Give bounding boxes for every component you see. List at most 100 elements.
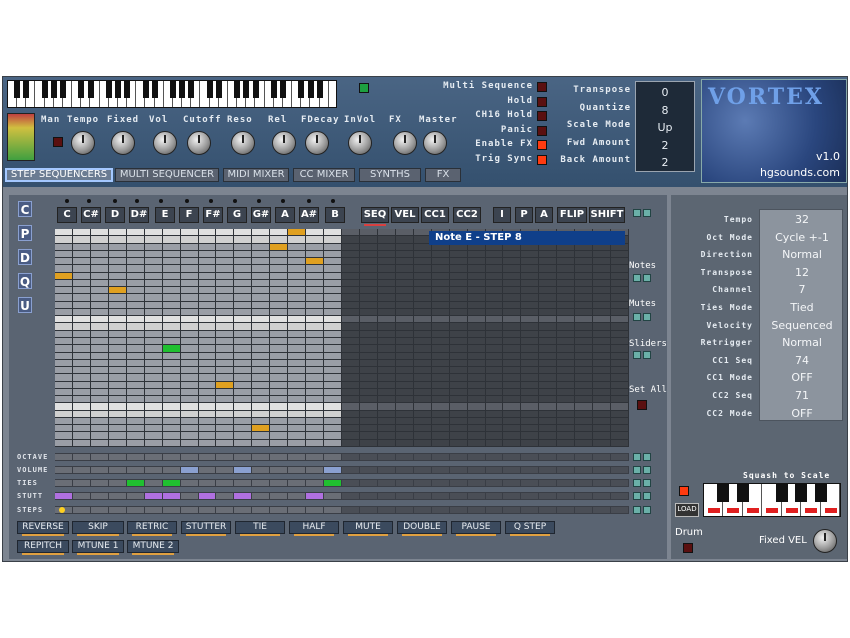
grid-cell[interactable] (306, 425, 324, 432)
grid-cell[interactable] (575, 410, 593, 417)
grid-cell[interactable] (557, 250, 575, 258)
grid-cell[interactable] (575, 316, 593, 323)
lane-cell[interactable] (359, 467, 377, 473)
black-key[interactable] (298, 81, 305, 98)
grid-cell[interactable] (216, 381, 234, 388)
grid-cell[interactable] (180, 229, 198, 236)
lane-cell[interactable] (521, 493, 539, 499)
grid-cell[interactable] (234, 272, 252, 279)
grid-cell[interactable] (467, 316, 485, 323)
grid-cell[interactable] (288, 381, 306, 388)
grid-cell[interactable] (521, 250, 539, 258)
grid-cell[interactable] (72, 294, 90, 301)
grid-cell[interactable] (234, 265, 252, 272)
grid-cell[interactable] (611, 338, 628, 345)
grid-cell[interactable] (144, 258, 162, 265)
grid-cell[interactable] (395, 417, 413, 425)
note-button[interactable]: D (105, 207, 125, 223)
edit-button-p[interactable]: P (515, 207, 533, 223)
grid-cell[interactable] (557, 410, 575, 417)
grid-cell[interactable] (216, 352, 234, 359)
lane-cell[interactable] (557, 507, 575, 513)
grid-cell[interactable] (144, 352, 162, 359)
grid-cell[interactable] (126, 308, 144, 316)
grid-cell[interactable] (324, 388, 341, 396)
lane-cell[interactable] (431, 467, 449, 473)
grid-cell[interactable] (395, 338, 413, 345)
grid-cell[interactable] (611, 359, 628, 367)
grid-cell[interactable] (90, 425, 108, 432)
grid-cell[interactable] (108, 316, 126, 323)
grid-cell[interactable] (593, 439, 611, 446)
grid-column[interactable] (521, 229, 539, 447)
lane-cell[interactable] (270, 454, 288, 460)
lane-cell[interactable] (270, 493, 288, 499)
grid-cell[interactable] (503, 381, 521, 388)
grid-cell[interactable] (342, 243, 359, 250)
grid-cell[interactable] (180, 250, 198, 258)
grid-cell[interactable] (359, 439, 377, 446)
grid-cell[interactable] (72, 229, 90, 236)
grid-cell[interactable] (252, 308, 270, 316)
grid-cell[interactable] (180, 316, 198, 323)
grid-cell[interactable] (431, 352, 449, 359)
grid-cell[interactable] (395, 301, 413, 308)
grid-cell[interactable] (539, 308, 557, 316)
grid-cell[interactable] (288, 352, 306, 359)
grid-cell[interactable] (306, 359, 324, 367)
grid-cell[interactable] (126, 236, 144, 243)
grid-cell[interactable] (575, 367, 593, 374)
grid-cell[interactable] (575, 330, 593, 337)
grid-cell[interactable] (288, 338, 306, 345)
grid-cell[interactable] (162, 367, 180, 374)
grid-cell[interactable] (72, 236, 90, 243)
lane-cell[interactable] (467, 467, 485, 473)
grid-cell[interactable] (593, 345, 611, 352)
grid-cell[interactable] (377, 250, 395, 258)
grid-cell[interactable] (342, 403, 359, 410)
grid-cell[interactable] (593, 265, 611, 272)
grid-cell[interactable] (306, 352, 324, 359)
grid-cell[interactable] (234, 258, 252, 265)
lane-cell[interactable] (55, 493, 72, 499)
grid-cell[interactable] (55, 345, 72, 352)
lane-cell[interactable] (342, 493, 359, 499)
grid-cell[interactable] (359, 381, 377, 388)
sequencer-select-u[interactable]: U (18, 297, 32, 313)
function-button-mtune-2[interactable]: MTUNE 2 (127, 540, 179, 555)
lane-cell[interactable] (557, 454, 575, 460)
grid-cell[interactable] (413, 352, 431, 359)
grid-cell[interactable] (485, 359, 503, 367)
grid-cell[interactable] (126, 338, 144, 345)
grid-cell[interactable] (449, 330, 467, 337)
lane-cell[interactable] (485, 454, 503, 460)
grid-cell[interactable] (270, 381, 288, 388)
grid-cell[interactable] (539, 287, 557, 294)
lane-cell[interactable] (395, 507, 413, 513)
tab-fx[interactable]: FX (425, 168, 461, 182)
grid-cell[interactable] (377, 396, 395, 403)
black-key[interactable] (14, 81, 21, 98)
grid-cell[interactable] (557, 301, 575, 308)
scale-black-key[interactable] (736, 484, 749, 502)
grid-cell[interactable] (306, 381, 324, 388)
grid-cell[interactable] (234, 439, 252, 446)
lane-cell[interactable] (162, 480, 180, 486)
grid-cell[interactable] (324, 279, 341, 287)
grid-cell[interactable] (162, 272, 180, 279)
grid-cell[interactable] (180, 258, 198, 265)
grid-cell[interactable] (126, 352, 144, 359)
param-value[interactable]: Normal (760, 248, 844, 261)
grid-cell[interactable] (306, 272, 324, 279)
grid-cell[interactable] (55, 374, 72, 381)
grid-cell[interactable] (413, 417, 431, 425)
black-key[interactable] (41, 81, 48, 98)
grid-cell[interactable] (521, 359, 539, 367)
grid-cell[interactable] (359, 308, 377, 316)
grid-cell[interactable] (144, 301, 162, 308)
grid-cell[interactable] (72, 381, 90, 388)
grid-cell[interactable] (198, 243, 216, 250)
grid-cell[interactable] (144, 316, 162, 323)
mode-button-cc2[interactable]: CC2 (453, 207, 481, 223)
grid-cell[interactable] (198, 381, 216, 388)
